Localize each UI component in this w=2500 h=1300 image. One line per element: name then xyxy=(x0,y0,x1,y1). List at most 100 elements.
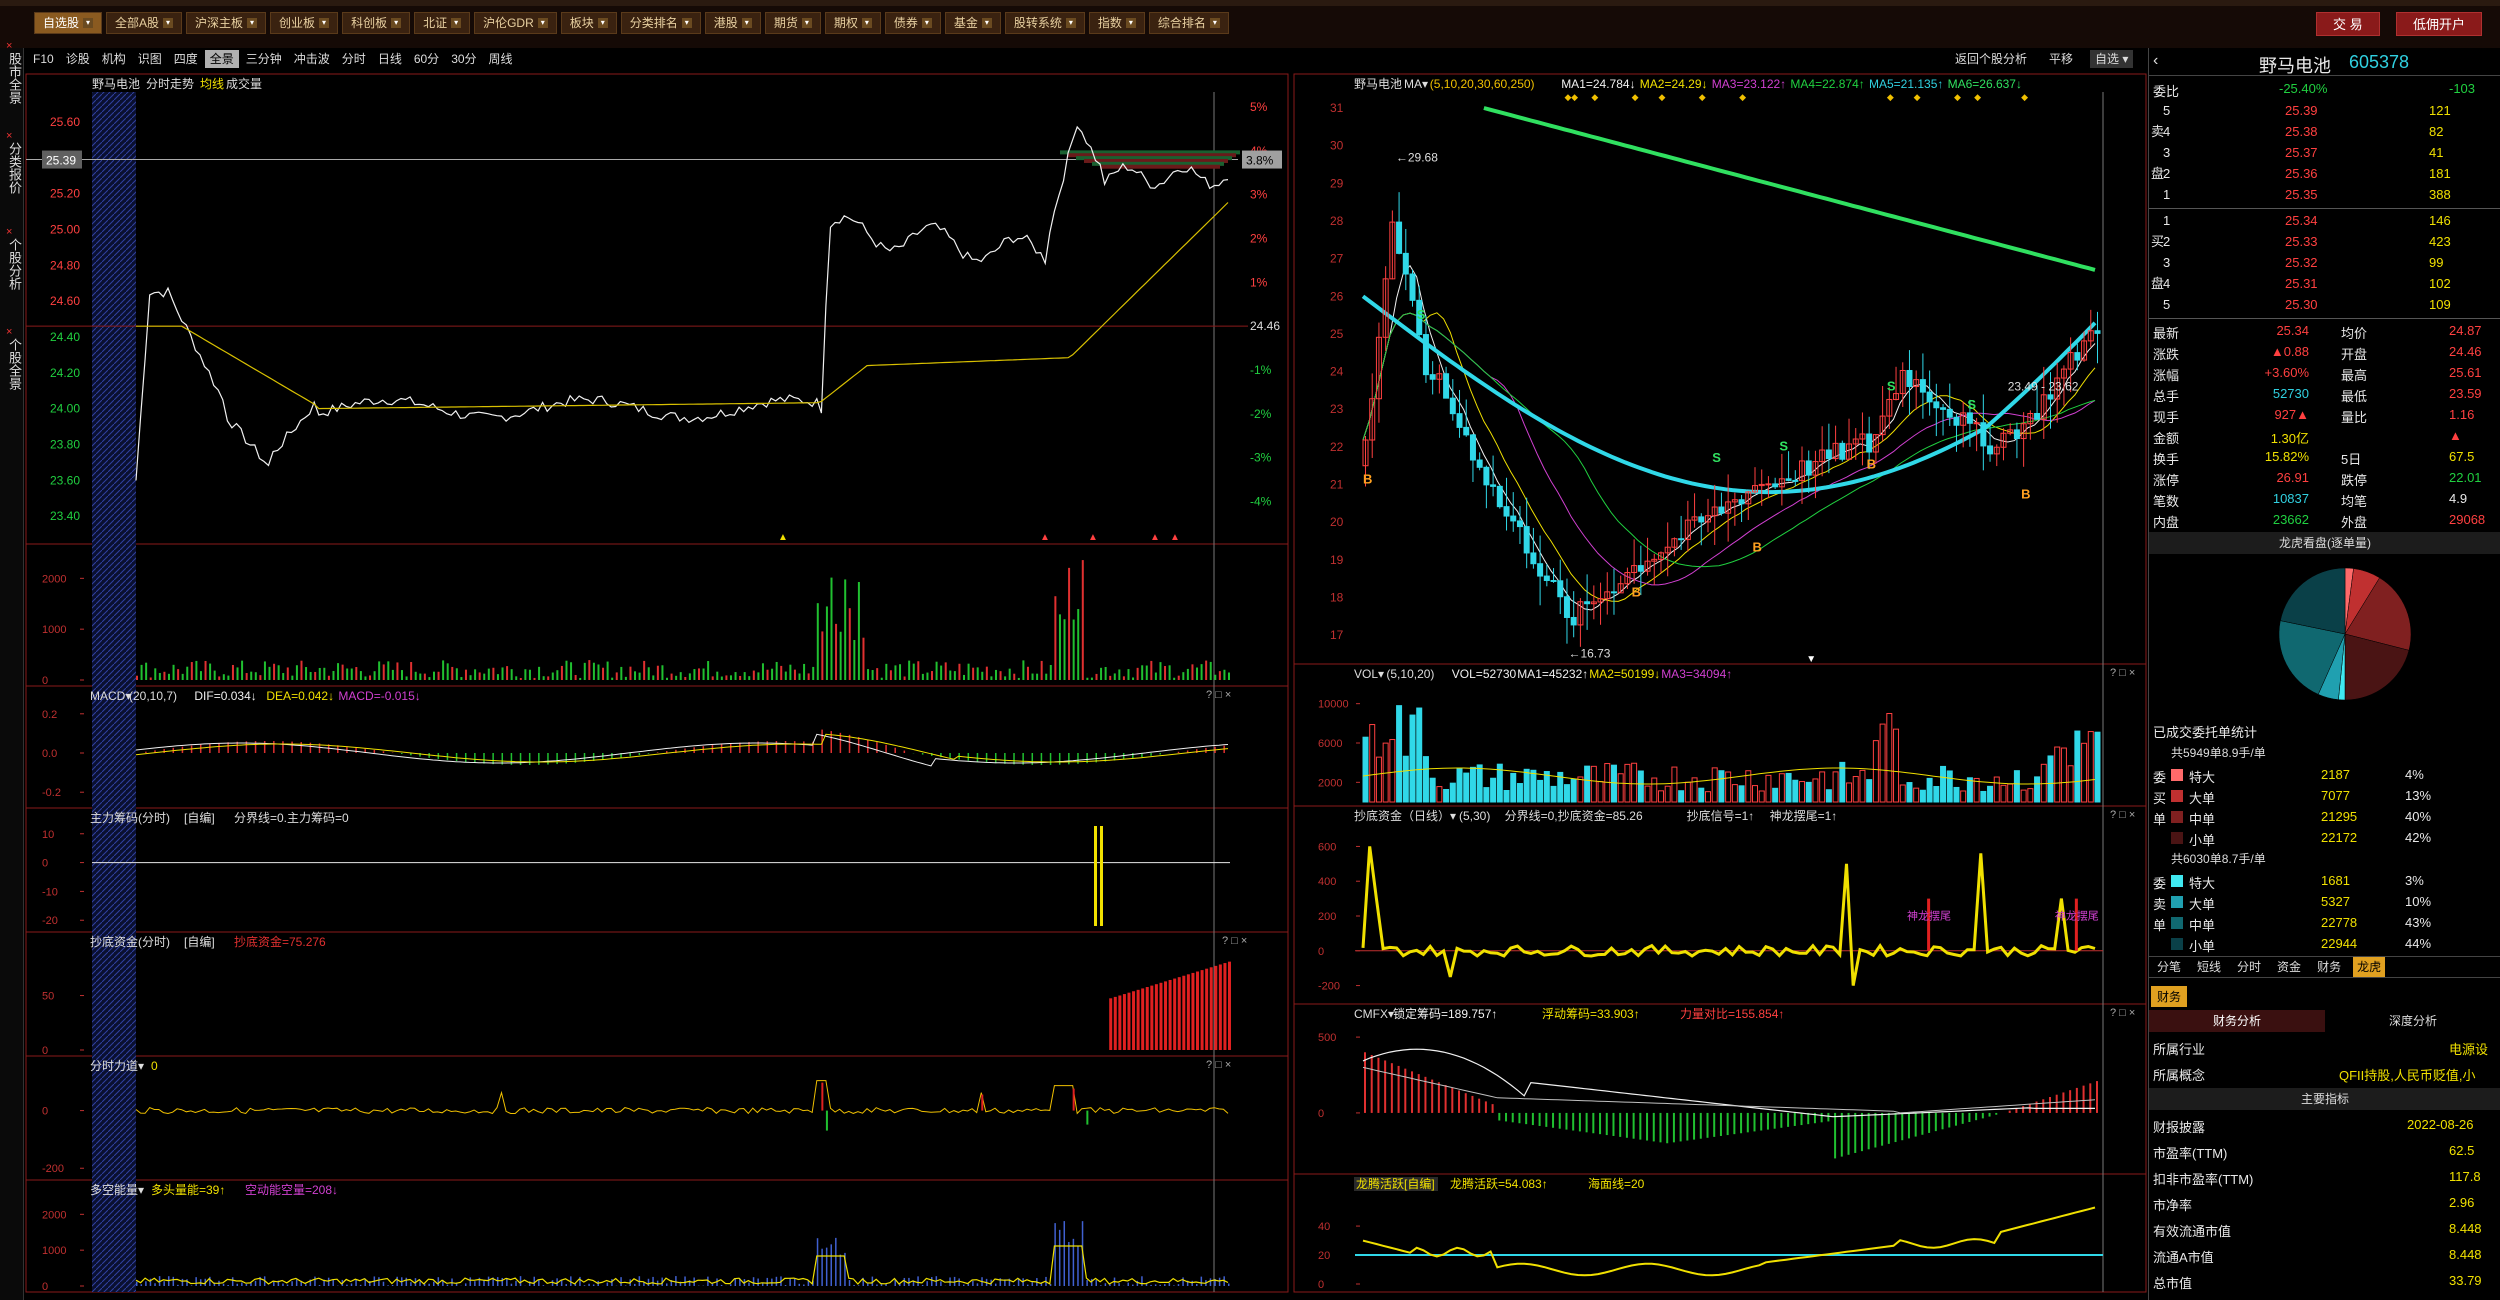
menu-item-3[interactable]: 创业板 ▾ xyxy=(270,12,339,34)
menu-item-0[interactable]: 自选股 ▾ xyxy=(34,12,103,34)
vol-daily-bar xyxy=(2067,765,2074,803)
stat-row: 金额 1.30亿 ▲ xyxy=(2149,425,2500,447)
macd-bar xyxy=(1058,753,1061,765)
toolbar-btn-11[interactable]: 30分 xyxy=(446,50,481,68)
toolbar-btn-2[interactable]: 机构 xyxy=(97,50,131,68)
macd-bar xyxy=(793,741,796,753)
watchlist-dropdown[interactable]: 自选 ▾ xyxy=(2090,50,2134,68)
daily-price-tick: 20 xyxy=(1330,515,1344,529)
menu-item-16[interactable]: 综合排名 ▾ xyxy=(1148,12,1229,34)
cmfx-bar xyxy=(1800,1112,1803,1126)
close-icon[interactable]: × xyxy=(6,40,12,52)
menu-item-1[interactable]: 全部A股 ▾ xyxy=(106,12,183,34)
toolbar-btn-8[interactable]: 分时 xyxy=(337,50,371,68)
volume-bar xyxy=(720,676,723,680)
stat-label-2: 外盘 xyxy=(2341,515,2368,530)
toolbar-btn-1[interactable]: 诊股 xyxy=(61,50,95,68)
finance-tab-0[interactable]: 财务分析 xyxy=(2149,1010,2325,1032)
volume-bar xyxy=(428,677,431,680)
finance-tag[interactable]: 财务 xyxy=(2151,986,2188,1007)
quote-tab-3[interactable]: 资金 xyxy=(2273,957,2305,977)
toolbar-btn-12[interactable]: 周线 xyxy=(484,50,518,68)
pane-controls[interactable]: ? □ × xyxy=(1206,689,1231,701)
menu-item-15[interactable]: 指数 ▾ xyxy=(1088,12,1145,34)
quote-tab-5[interactable]: 龙虎 xyxy=(2353,957,2386,977)
toolbar-btn-0[interactable]: F10 xyxy=(28,50,59,68)
cdzj-bar xyxy=(1109,998,1113,1050)
menu-item-9[interactable]: 港股 ▾ xyxy=(704,12,761,34)
dkn-bar xyxy=(222,1283,225,1286)
pane-controls[interactable]: ? □ × xyxy=(2110,809,2135,821)
signal-marker: ▲ xyxy=(1088,532,1098,543)
trade-button[interactable]: 交 易 xyxy=(2316,12,2380,36)
menu-item-12[interactable]: 债券 ▾ xyxy=(884,12,941,34)
vol-daily-bar xyxy=(1966,777,1973,803)
dkn-bar xyxy=(405,1277,408,1286)
metric-value: 117.8 xyxy=(2449,1169,2481,1184)
open-account-button[interactable]: 低佣开户 xyxy=(2396,12,2483,36)
toolbar-btn-6[interactable]: 三分钟 xyxy=(241,50,287,68)
sell-order-side: 卖 xyxy=(2153,897,2167,912)
dkn-bar xyxy=(542,1285,545,1286)
cmfx-bar xyxy=(1471,1095,1474,1113)
chart-area[interactable]: 野马电池分时走势均线成交量25.6025.4025.2025.0024.8024… xyxy=(0,70,2148,1300)
vol-daily-bar xyxy=(1772,787,1779,803)
stat-value-2: 67.5 xyxy=(2449,449,2475,464)
lthy-val: 龙腾活跃=54.083↑ xyxy=(1450,1176,1548,1191)
macd-bar xyxy=(263,741,266,753)
pane-controls[interactable]: ? □ × xyxy=(2110,1007,2135,1019)
macd-bar xyxy=(985,753,988,763)
volume-bar xyxy=(702,668,705,680)
menu-item-8[interactable]: 分类排名 ▾ xyxy=(620,12,701,34)
volume-bar xyxy=(825,606,828,680)
pane-controls[interactable]: ? □ × xyxy=(1222,935,1247,947)
back-icon[interactable]: ‹ xyxy=(2153,52,2158,70)
cdzj-bar xyxy=(1159,982,1163,1050)
menu-item-4[interactable]: 科创板 ▾ xyxy=(342,12,411,34)
macd-bar xyxy=(1040,753,1043,765)
dkn-bar xyxy=(917,1276,919,1286)
pane-controls[interactable]: ? □ × xyxy=(1206,1059,1231,1071)
menu-item-5[interactable]: 北证 ▾ xyxy=(414,12,471,34)
menu-item-10[interactable]: 期货 ▾ xyxy=(764,12,821,34)
volume-bar xyxy=(245,673,248,680)
toolbar-btn-7[interactable]: 冲击波 xyxy=(289,50,335,68)
cmfx-bar xyxy=(1390,1063,1393,1113)
toolbar-btn-9[interactable]: 日线 xyxy=(373,50,407,68)
menu-item-13[interactable]: 基金 ▾ xyxy=(944,12,1001,34)
menu-item-7[interactable]: 板块 ▾ xyxy=(560,12,617,34)
back-to-analysis-button[interactable]: 返回个股分析 xyxy=(1950,50,2032,68)
candle-body xyxy=(1550,579,1557,582)
pan-button[interactable]: 平移 xyxy=(2044,50,2078,68)
toolbar-btn-4[interactable]: 四度 xyxy=(169,50,203,68)
menu-item-11[interactable]: 期权 ▾ xyxy=(824,12,881,34)
vol-daily-bar xyxy=(1651,777,1658,803)
menu-item-14[interactable]: 股转系统 ▾ xyxy=(1004,12,1085,34)
dkn-bar xyxy=(1095,1280,1097,1286)
stat-row: 笔数 10837 均笔 4.9 xyxy=(2149,488,2500,510)
toolbar-btn-10[interactable]: 60分 xyxy=(409,50,444,68)
candle-body xyxy=(1866,433,1873,453)
macd-bar xyxy=(921,753,924,755)
buy-order-swatch xyxy=(2171,832,2183,844)
volume-bar xyxy=(638,672,641,680)
quote-tab-2[interactable]: 分时 xyxy=(2233,957,2265,977)
quote-tab-1[interactable]: 短线 xyxy=(2193,957,2225,977)
pane-controls[interactable]: ? □ × xyxy=(2110,667,2135,679)
toolbar-btn-5[interactable]: 全景 xyxy=(204,50,239,68)
sell-order-count: 22778 xyxy=(2321,915,2358,930)
metric-value: 33.79 xyxy=(2449,1273,2482,1288)
menu-item-2[interactable]: 沪深主板 ▾ xyxy=(186,12,267,34)
candle-body xyxy=(1906,369,1913,388)
quote-tab-4[interactable]: 财务 xyxy=(2313,957,2345,977)
stat-label-2: 最高 xyxy=(2341,368,2368,383)
dkn-bar xyxy=(1058,1229,1061,1286)
finance-tab-1[interactable]: 深度分析 xyxy=(2325,1010,2500,1032)
quote-tab-0[interactable]: 分笔 xyxy=(2153,957,2185,977)
volume-bar xyxy=(1168,665,1171,680)
toolbar-btn-3[interactable]: 识图 xyxy=(133,50,167,68)
metric-label: 市盈率(TTM) xyxy=(2153,1146,2228,1161)
macd-bar xyxy=(401,753,403,754)
event-marker: ◆ xyxy=(1591,92,1598,102)
menu-item-6[interactable]: 沪伦GDR ▾ xyxy=(474,12,557,34)
